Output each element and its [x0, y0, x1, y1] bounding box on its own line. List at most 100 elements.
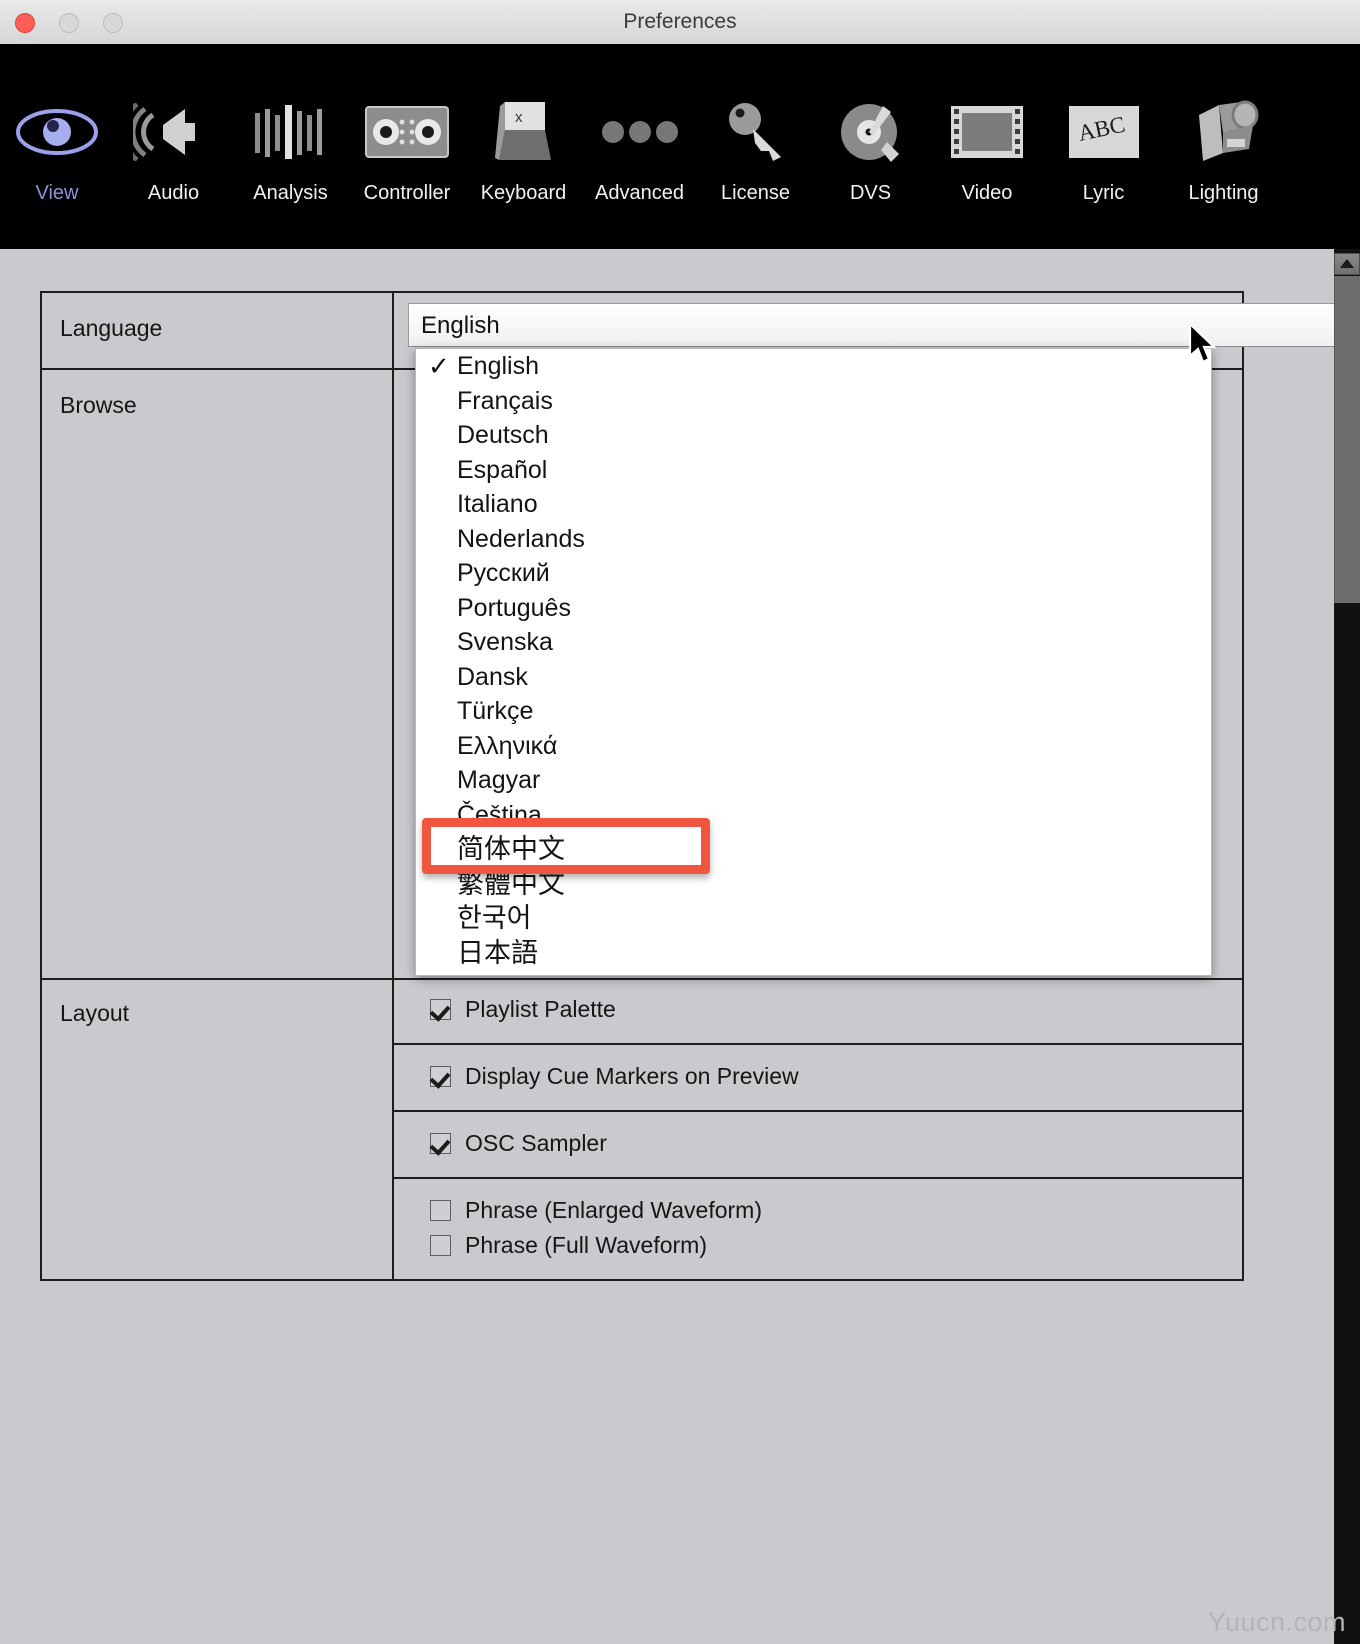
toolbar-label-license: License — [721, 182, 790, 204]
row-label-layout: Layout — [42, 978, 394, 1279]
toolbar-label-keyboard: Keyboard — [480, 182, 567, 204]
layout-groups: Playlist Palette Display Cue Markers on … — [394, 978, 1242, 1279]
dropdown-option-label: Ελληνικά — [457, 731, 558, 760]
mixer-controller-icon — [365, 96, 449, 168]
toolbar-label-advanced: Advanced — [595, 182, 684, 204]
dropdown-option-deutsch[interactable]: Deutsch — [416, 418, 1211, 453]
dropdown-option-italiano[interactable]: Italiano — [416, 487, 1211, 522]
layout-group-osc-sampler: OSC Sampler — [394, 1112, 1242, 1179]
annotation-highlight-box — [422, 818, 710, 874]
row-label-language: Language — [42, 293, 394, 368]
toolbar-label-lighting: Lighting — [1188, 182, 1259, 204]
dropdown-option-russian[interactable]: Русский — [416, 556, 1211, 591]
key-icon — [725, 96, 787, 168]
abc-card-icon: ABC — [1068, 96, 1140, 168]
toolbar-item-view[interactable]: View — [0, 44, 114, 249]
checkbox-row-phrase-full[interactable]: Phrase (Full Waveform) — [394, 1228, 1242, 1263]
dropdown-option-label: Русский — [457, 559, 550, 587]
dropdown-option-espanol[interactable]: Español — [416, 453, 1211, 488]
toolbar-item-keyboard[interactable]: x Keyboard — [466, 44, 581, 249]
dropdown-option-portugues[interactable]: Português — [416, 591, 1211, 626]
checkbox-label-osc-sampler: OSC Sampler — [465, 1130, 607, 1156]
language-dropdown-menu[interactable]: ✓ English Français Deutsch Español Itali… — [415, 348, 1212, 976]
toolbar-label-audio: Audio — [147, 182, 200, 204]
check-icon: ✓ — [428, 351, 450, 381]
window-title-bar: Preferences — [0, 0, 1360, 45]
toolbar-label-analysis: Analysis — [253, 182, 328, 204]
checkbox-row-display-cue-markers[interactable]: Display Cue Markers on Preview — [394, 1059, 1242, 1094]
dropdown-option-label: Svenska — [457, 628, 553, 656]
dropdown-option-korean[interactable]: 한국어 — [416, 901, 1211, 936]
triangle-up-icon[interactable] — [1334, 253, 1360, 275]
checkbox-phrase-full-waveform[interactable] — [430, 1235, 451, 1256]
checkbox-label-playlist-palette: Playlist Palette — [465, 996, 616, 1022]
checkbox-label-phrase-full-waveform: Phrase (Full Waveform) — [465, 1232, 707, 1258]
moving-head-light-icon — [1189, 96, 1259, 168]
ellipsis-icon — [601, 96, 679, 168]
toolbar-item-dvs[interactable]: DVS — [813, 44, 928, 249]
dropdown-option-label: Nederlands — [457, 524, 585, 553]
preferences-toolbar: View Audio Analysis Controller x Keyboar… — [0, 44, 1360, 249]
dropdown-option-english[interactable]: ✓ English — [416, 349, 1211, 384]
toolbar-label-controller: Controller — [363, 182, 451, 204]
toolbar-label-lyric: Lyric — [1082, 182, 1125, 204]
toolbar-item-audio[interactable]: Audio — [114, 44, 233, 249]
toolbar-item-controller[interactable]: Controller — [348, 44, 466, 249]
dropdown-option-label: Deutsch — [457, 421, 549, 449]
dropdown-option-francais[interactable]: Français — [416, 384, 1211, 419]
keyboard-key-icon: x — [493, 96, 555, 168]
dropdown-option-label: Türkçe — [457, 697, 534, 725]
toolbar-label-video: Video — [961, 182, 1013, 204]
toolbar-item-lighting[interactable]: Lighting — [1161, 44, 1286, 249]
dropdown-option-magyar[interactable]: Magyar — [416, 763, 1211, 798]
dropdown-option-japanese[interactable]: 日本語 — [416, 936, 1211, 971]
layout-group-playlist-palette: Playlist Palette — [394, 978, 1242, 1045]
watermark: Yuucn.com — [1207, 1607, 1346, 1637]
dropdown-option-nederlands[interactable]: Nederlands — [416, 522, 1211, 557]
dropdown-option-dansk[interactable]: Dansk — [416, 660, 1211, 695]
turntable-icon — [839, 96, 903, 168]
film-strip-icon — [949, 96, 1025, 168]
eye-icon — [15, 96, 99, 168]
dropdown-option-label: Français — [457, 386, 553, 415]
toolbar-item-advanced[interactable]: Advanced — [581, 44, 698, 249]
layout-group-phrase: Phrase (Enlarged Waveform) Phrase (Full … — [394, 1179, 1242, 1279]
checkbox-label-phrase-enlarged-waveform: Phrase (Enlarged Waveform) — [465, 1197, 762, 1223]
checkbox-label-display-cue-markers: Display Cue Markers on Preview — [465, 1063, 799, 1089]
checkbox-display-cue-markers[interactable] — [430, 1066, 451, 1087]
speaker-icon — [132, 96, 215, 168]
toolbar-item-analysis[interactable]: Analysis — [233, 44, 348, 249]
toolbar-label-dvs: DVS — [849, 182, 892, 204]
svg-text:x: x — [515, 109, 523, 126]
checkbox-row-phrase-enlarged[interactable]: Phrase (Enlarged Waveform) — [394, 1193, 1242, 1228]
mouse-cursor-icon — [1188, 321, 1222, 373]
toolbar-label-view: View — [35, 182, 79, 204]
dropdown-option-label: English — [457, 352, 539, 380]
waveform-bars-icon — [253, 96, 329, 168]
row-label-browse: Browse — [42, 370, 394, 978]
dropdown-option-label: Italiano — [457, 490, 538, 518]
toolbar-item-lyric[interactable]: ABC Lyric — [1046, 44, 1161, 249]
checkbox-row-playlist-palette[interactable]: Playlist Palette — [394, 992, 1242, 1027]
dropdown-option-label: Magyar — [457, 766, 541, 794]
dropdown-option-turkce[interactable]: Türkçe — [416, 694, 1211, 729]
dropdown-option-label: 日本語 — [457, 937, 538, 968]
language-combobox-value: English — [421, 312, 500, 339]
toolbar-item-video[interactable]: Video — [928, 44, 1046, 249]
checkbox-osc-sampler[interactable] — [430, 1133, 451, 1154]
dropdown-option-ellinika[interactable]: Ελληνικά — [416, 729, 1211, 764]
scrollbar-thumb[interactable] — [1334, 276, 1360, 603]
layout-section: Layout Playlist Palette Display Cue Mark… — [40, 978, 1244, 1281]
vertical-scrollbar[interactable] — [1334, 249, 1360, 1644]
checkbox-playlist-palette[interactable] — [430, 999, 451, 1020]
dropdown-option-label: Dansk — [457, 662, 528, 691]
checkbox-phrase-enlarged-waveform[interactable] — [430, 1200, 451, 1221]
dropdown-option-label: Português — [457, 593, 571, 622]
toolbar-item-license[interactable]: License — [698, 44, 813, 249]
dropdown-option-svenska[interactable]: Svenska — [416, 625, 1211, 660]
dropdown-option-label: Español — [457, 455, 548, 484]
layout-group-cue-markers: Display Cue Markers on Preview — [394, 1045, 1242, 1112]
window-title: Preferences — [623, 10, 737, 33]
checkbox-row-osc-sampler[interactable]: OSC Sampler — [394, 1126, 1242, 1161]
dropdown-option-label: 한국어 — [457, 903, 532, 933]
